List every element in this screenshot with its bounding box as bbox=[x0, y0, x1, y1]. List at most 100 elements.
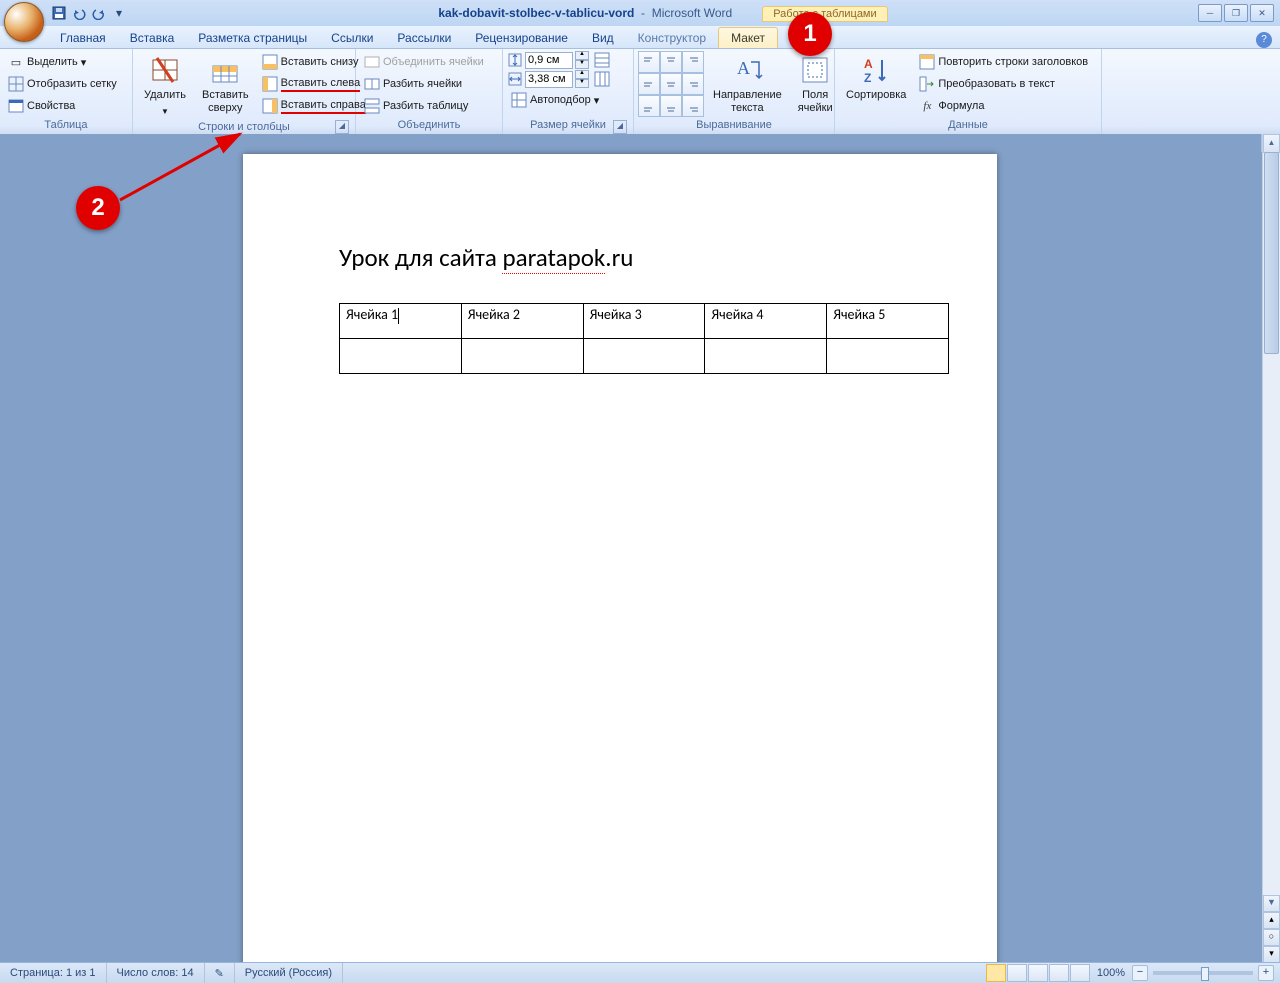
scroll-thumb[interactable] bbox=[1264, 152, 1279, 354]
tab-insert[interactable]: Вставка bbox=[118, 28, 187, 48]
table-cell[interactable]: Ячейка 2 bbox=[461, 304, 583, 339]
width-spinner[interactable]: ▲▼ bbox=[575, 70, 589, 88]
align-bot-left[interactable] bbox=[638, 95, 660, 117]
view-draft[interactable] bbox=[1070, 964, 1090, 982]
close-button[interactable]: ✕ bbox=[1250, 4, 1274, 22]
qat-customize-icon[interactable]: ▾ bbox=[110, 4, 128, 22]
align-top-left[interactable] bbox=[638, 51, 660, 73]
save-icon[interactable] bbox=[50, 4, 68, 22]
table-cell[interactable] bbox=[340, 339, 462, 374]
minimize-button[interactable]: ─ bbox=[1198, 4, 1222, 22]
table-cell[interactable] bbox=[583, 339, 705, 374]
view-print-layout[interactable] bbox=[986, 964, 1006, 982]
formula-button[interactable]: fxФормула bbox=[915, 95, 1092, 117]
office-button[interactable] bbox=[4, 2, 44, 42]
vertical-scrollbar[interactable]: ▲ ▼ ▴ ○ ▾ bbox=[1262, 134, 1280, 963]
cell-margins-button[interactable]: Поля ячейки bbox=[791, 51, 840, 118]
view-web-layout[interactable] bbox=[1028, 964, 1048, 982]
prev-page-button[interactable]: ▴ bbox=[1263, 912, 1280, 929]
status-page[interactable]: Страница: 1 из 1 bbox=[0, 963, 107, 983]
tab-references[interactable]: Ссылки bbox=[319, 28, 385, 48]
sort-button[interactable]: AZ Сортировка bbox=[839, 51, 913, 105]
split-cells-button[interactable]: Разбить ячейки bbox=[360, 73, 488, 95]
view-full-screen[interactable] bbox=[1007, 964, 1027, 982]
zoom-out-button[interactable]: − bbox=[1132, 965, 1148, 981]
scroll-up-button[interactable]: ▲ bbox=[1263, 134, 1280, 153]
view-gridlines-button[interactable]: Отобразить сетку bbox=[4, 73, 121, 95]
zoom-slider[interactable] bbox=[1153, 971, 1253, 975]
insert-below-button[interactable]: Вставить снизу bbox=[258, 51, 370, 73]
insert-above-button[interactable]: Вставить сверху bbox=[195, 51, 256, 118]
distribute-rows-icon[interactable] bbox=[594, 52, 610, 68]
group-alignment: A Направление текста Поля ячейки Выравни… bbox=[634, 49, 835, 135]
restore-button[interactable]: ❐ bbox=[1224, 4, 1248, 22]
table-cell[interactable] bbox=[461, 339, 583, 374]
tab-view[interactable]: Вид bbox=[580, 28, 626, 48]
autofit-icon bbox=[511, 92, 527, 108]
split-table-button[interactable]: Разбить таблицу bbox=[360, 95, 488, 117]
document-table[interactable]: Ячейка 1 Ячейка 2 Ячейка 3 Ячейка 4 Ячей… bbox=[339, 303, 949, 374]
tab-table-design[interactable]: Конструктор bbox=[626, 28, 718, 48]
dialog-launcher-icon[interactable]: ◢ bbox=[335, 120, 349, 134]
row-height-input[interactable] bbox=[525, 52, 573, 69]
tab-home[interactable]: Главная bbox=[48, 28, 118, 48]
table-cell[interactable]: Ячейка 1 bbox=[340, 304, 462, 339]
table-cell[interactable]: Ячейка 4 bbox=[705, 304, 827, 339]
align-bot-right[interactable] bbox=[682, 95, 704, 117]
undo-icon[interactable] bbox=[70, 4, 88, 22]
merge-cells-button[interactable]: Объединить ячейки bbox=[360, 51, 488, 73]
pointer-icon: ▭ bbox=[8, 54, 24, 70]
insert-right-button[interactable]: Вставить справа bbox=[258, 95, 370, 117]
browse-object-button[interactable]: ○ bbox=[1263, 929, 1280, 946]
table-cell[interactable] bbox=[705, 339, 827, 374]
insert-left-button[interactable]: Вставить слева bbox=[258, 73, 370, 95]
tab-mailings[interactable]: Рассылки bbox=[385, 28, 463, 48]
row-height-icon bbox=[507, 52, 523, 68]
align-mid-right[interactable] bbox=[682, 73, 704, 95]
align-top-center[interactable] bbox=[660, 51, 682, 73]
dialog-launcher-icon[interactable]: ◢ bbox=[613, 120, 627, 134]
convert-to-text-button[interactable]: Преобразовать в текст bbox=[915, 73, 1092, 95]
help-button[interactable]: ? bbox=[1256, 32, 1272, 48]
status-proofing[interactable]: ✎ bbox=[205, 963, 235, 983]
text-cursor bbox=[398, 308, 399, 324]
align-bot-center[interactable] bbox=[660, 95, 682, 117]
tab-page-layout[interactable]: Разметка страницы bbox=[186, 28, 319, 48]
table-cell[interactable]: Ячейка 5 bbox=[827, 304, 949, 339]
properties-button[interactable]: Свойства bbox=[4, 95, 121, 117]
view-outline[interactable] bbox=[1049, 964, 1069, 982]
table-cell[interactable] bbox=[827, 339, 949, 374]
repeat-header-icon bbox=[919, 54, 935, 70]
align-mid-left[interactable] bbox=[638, 73, 660, 95]
zoom-slider-thumb[interactable] bbox=[1201, 967, 1209, 981]
delete-button[interactable]: Удалить▼ bbox=[137, 51, 193, 121]
properties-icon bbox=[8, 98, 24, 114]
table-row[interactable] bbox=[340, 339, 949, 374]
distribute-cols-icon[interactable] bbox=[594, 71, 610, 87]
redo-icon[interactable] bbox=[90, 4, 108, 22]
scroll-down-button[interactable]: ▼ bbox=[1263, 895, 1280, 912]
table-cell[interactable]: Ячейка 3 bbox=[583, 304, 705, 339]
page[interactable]: Урок для сайта paratapok.ru Ячейка 1 Яче… bbox=[243, 154, 997, 963]
tab-table-layout[interactable]: Макет bbox=[718, 27, 778, 48]
group-label-table: Таблица bbox=[4, 119, 128, 135]
next-page-button[interactable]: ▾ bbox=[1263, 946, 1280, 963]
autofit-button[interactable]: Автоподбор ▾ bbox=[507, 89, 610, 111]
status-language[interactable]: Русский (Россия) bbox=[235, 963, 343, 983]
split-table-icon bbox=[364, 98, 380, 114]
status-word-count[interactable]: Число слов: 14 bbox=[107, 963, 205, 983]
table-row[interactable]: Ячейка 1 Ячейка 2 Ячейка 3 Ячейка 4 Ячей… bbox=[340, 304, 949, 339]
align-mid-center[interactable] bbox=[660, 73, 682, 95]
col-width-icon bbox=[507, 71, 523, 87]
select-button[interactable]: ▭Выделить ▾ bbox=[4, 51, 121, 73]
height-spinner[interactable]: ▲▼ bbox=[575, 51, 589, 69]
document-area: ▦ Урок для сайта paratapok.ru Ячейка 1 Я… bbox=[0, 134, 1280, 963]
group-label-cell-size: Размер ячейки◢ bbox=[507, 119, 629, 135]
repeat-header-button[interactable]: Повторить строки заголовков bbox=[915, 51, 1092, 73]
tab-review[interactable]: Рецензирование bbox=[463, 28, 580, 48]
align-top-right[interactable] bbox=[682, 51, 704, 73]
col-width-input[interactable] bbox=[525, 71, 573, 88]
text-direction-button[interactable]: A Направление текста bbox=[706, 51, 789, 118]
zoom-in-button[interactable]: + bbox=[1258, 965, 1274, 981]
zoom-level[interactable]: 100% bbox=[1097, 967, 1125, 979]
